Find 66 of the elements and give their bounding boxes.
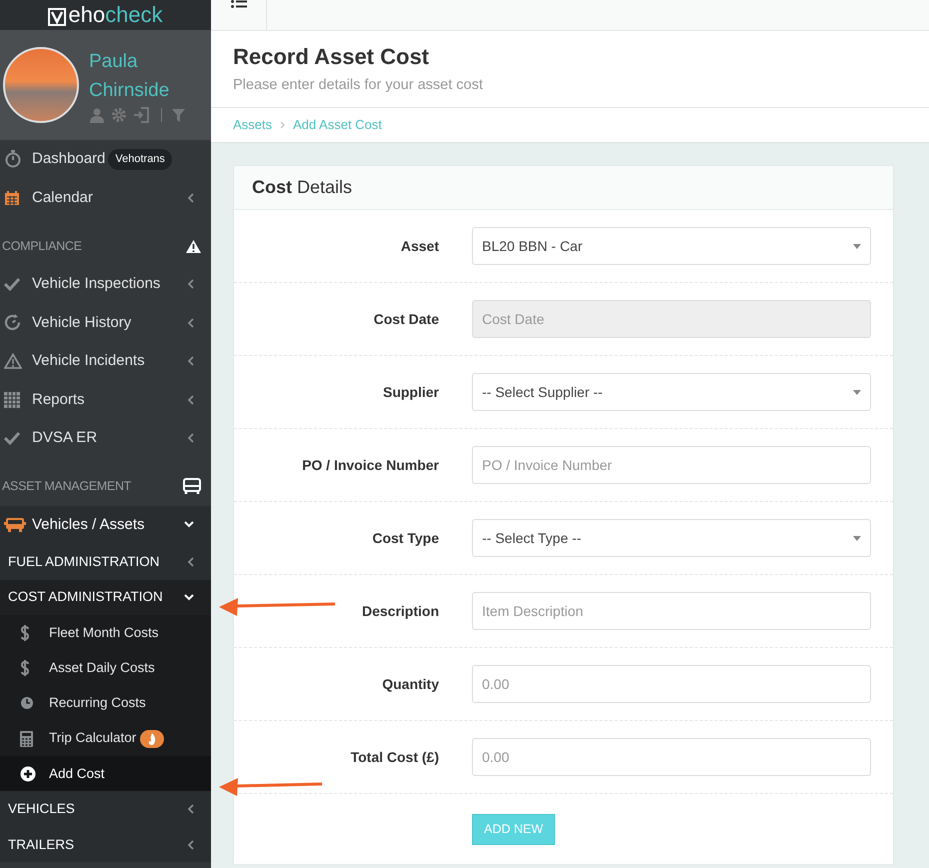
- input-field[interactable]: 0.00: [472, 665, 871, 703]
- nav-subitem[interactable]: Recurring Costs: [0, 686, 211, 721]
- nav-item[interactable]: Dashboard Vehotrans: [0, 140, 211, 178]
- select-field[interactable]: BL20 BBN - Car: [472, 227, 871, 265]
- user-first-name: Paula: [89, 50, 139, 74]
- user-icon: [89, 108, 105, 122]
- menu-icon: [230, 0, 246, 10]
- caret-icon: [853, 390, 861, 394]
- chevron-right-icon: [280, 121, 286, 129]
- filter-icon: [172, 108, 185, 122]
- bus-icon: [4, 516, 26, 533]
- nav-item[interactable]: Vehicle History: [0, 304, 211, 342]
- section-heading: COMPLIANCE: [2, 238, 82, 255]
- card-title: Cost Details: [252, 176, 352, 199]
- stopwatch-icon: [4, 150, 22, 168]
- section-heading: ASSET MANAGEMENT: [2, 478, 132, 496]
- check-icon: [4, 277, 20, 292]
- warning-icon: [4, 353, 22, 370]
- nav-subitem[interactable]: Add Cost: [0, 756, 211, 792]
- field-label: PO / Invoice Number: [302, 456, 439, 474]
- caret-icon: [853, 244, 861, 248]
- dollar-icon: [20, 624, 30, 641]
- field-label: Asset: [400, 236, 439, 256]
- field-label: Quantity: [382, 674, 439, 694]
- grid-icon: [4, 392, 20, 408]
- nav-group[interactable]: VEHICLES: [0, 791, 211, 827]
- nav-item[interactable]: Reports: [0, 380, 211, 419]
- caret-icon: [853, 536, 861, 540]
- select-field[interactable]: -- Select Supplier --: [472, 373, 871, 411]
- nav-item[interactable]: Calendar: [0, 178, 211, 217]
- nav-group[interactable]: FUEL ADMINISTRATION: [0, 544, 211, 580]
- user-last-name: Chirnside: [89, 79, 170, 103]
- clock-icon: [20, 696, 34, 710]
- logo-icon: [48, 8, 66, 26]
- logo-wordmark: ehocheck: [68, 4, 163, 26]
- calculator-icon: [20, 730, 33, 747]
- warning-icon: [185, 238, 202, 254]
- page-title: Record Asset Cost: [233, 43, 430, 71]
- select-field[interactable]: -- Select Type --: [472, 519, 871, 557]
- dollar-icon: [20, 660, 30, 676]
- page-subtitle: Please enter details for your asset cost: [233, 76, 484, 95]
- settings-icon: [111, 107, 127, 123]
- field-label: Cost Type: [372, 528, 439, 548]
- field-label: Description: [362, 602, 439, 621]
- nav-subitem[interactable]: Trip Calculator: [0, 720, 211, 756]
- check-icon: [4, 431, 20, 446]
- calendar-icon: [4, 190, 20, 206]
- input-field[interactable]: Item Description: [472, 592, 871, 630]
- input-field[interactable]: 0.00: [472, 738, 871, 776]
- nav-item[interactable]: Vehicle Incidents: [0, 342, 211, 380]
- nav-item[interactable]: DVSA ER: [0, 419, 211, 458]
- field-label: Cost Date: [374, 310, 439, 328]
- nav-subitem[interactable]: Asset Daily Costs: [0, 650, 211, 686]
- history-icon: [4, 314, 21, 332]
- nav-item[interactable]: Vehicle Inspections: [0, 265, 211, 304]
- nav-item[interactable]: Vehicles / Assets: [0, 506, 211, 544]
- nav-group[interactable]: TRAILERS: [0, 826, 211, 862]
- field-label: Total Cost (£): [350, 748, 439, 767]
- nav-group[interactable]: COST ADMINISTRATION: [0, 580, 211, 615]
- nav-subitem[interactable]: Fleet Month Costs: [0, 615, 211, 650]
- bus-icon: [182, 478, 202, 495]
- logout-icon: [133, 107, 149, 123]
- plus-circle-icon: [20, 766, 36, 782]
- input-field[interactable]: PO / Invoice Number: [472, 446, 871, 484]
- badge: Vehotrans: [108, 149, 172, 170]
- field-label: Supplier: [382, 382, 439, 402]
